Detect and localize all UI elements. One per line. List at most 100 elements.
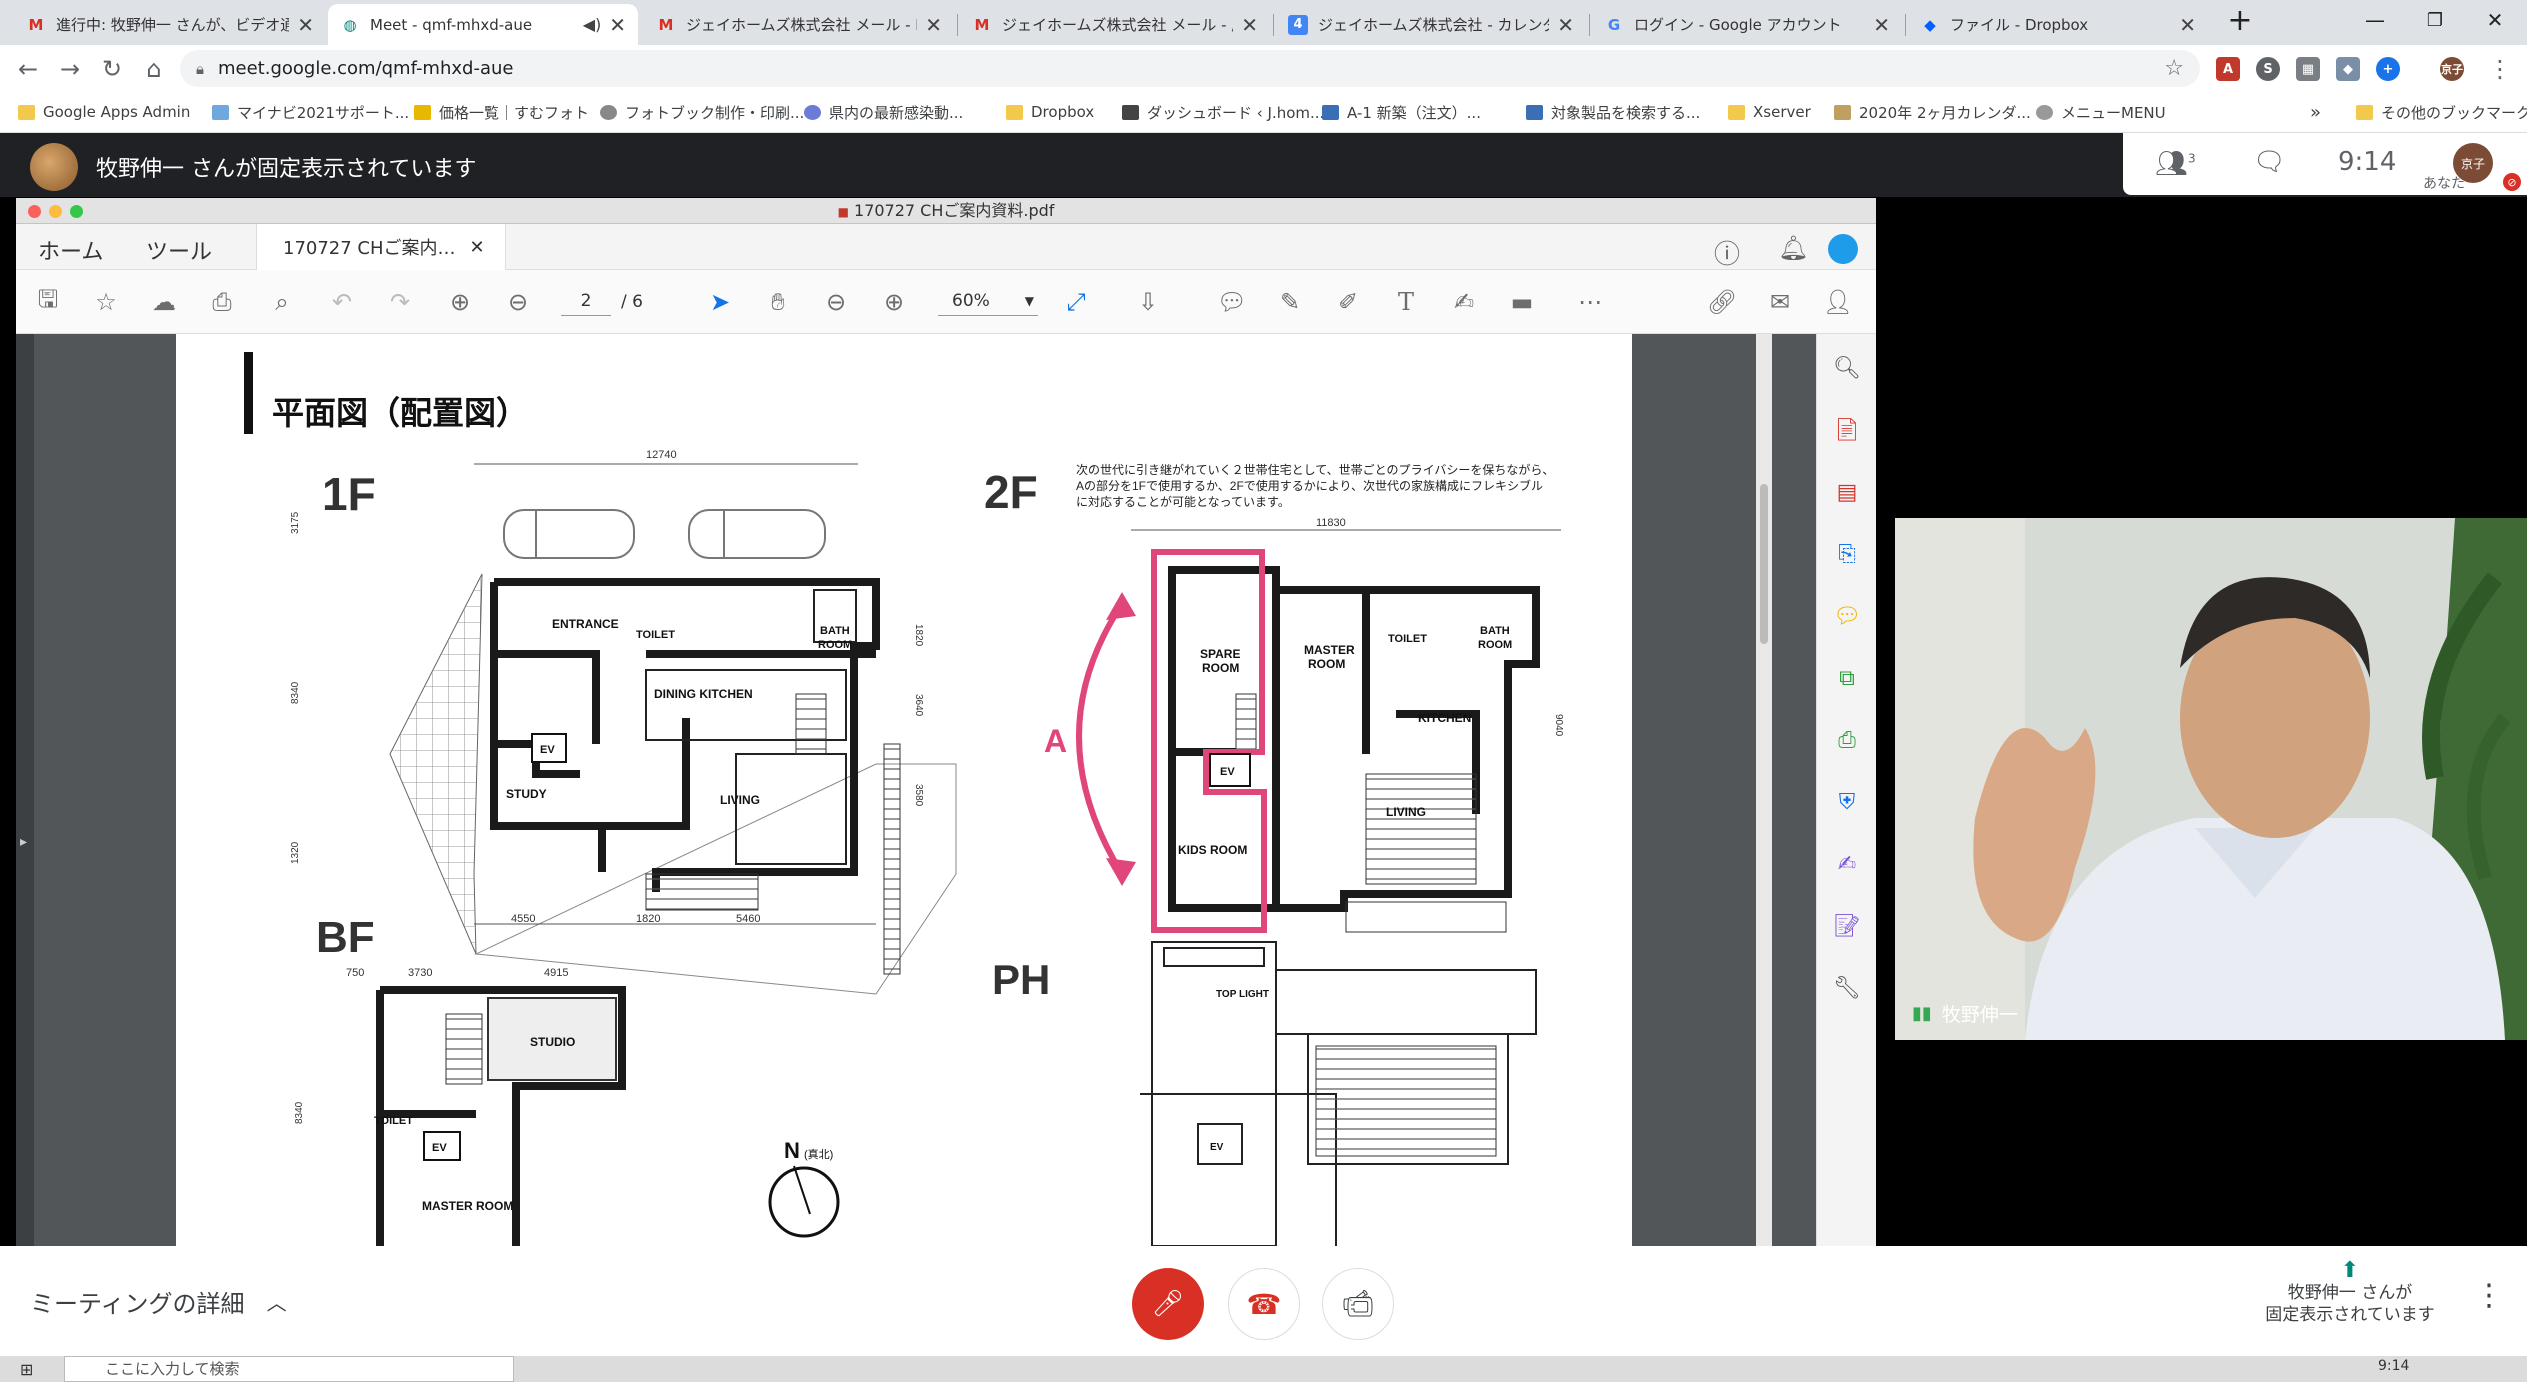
taskbar-search-box[interactable]: ここに入力して検索 xyxy=(64,1356,514,1382)
microphone-off-button[interactable]: 🎤︎ xyxy=(1132,1268,1204,1340)
zoom-search-icon[interactable]: 🔍︎ xyxy=(1831,352,1863,384)
bookmark-item[interactable]: Dropbox xyxy=(1006,100,1094,124)
mac-zoom-icon[interactable] xyxy=(70,205,83,218)
bookmark-item[interactable]: メニューMENU xyxy=(2036,100,2166,124)
new-tab-button[interactable]: + xyxy=(2210,0,2270,40)
mac-close-icon[interactable] xyxy=(28,205,41,218)
comment-icon[interactable]: 💬︎ xyxy=(1216,286,1248,318)
extension-puzzle-icon[interactable]: ▦ xyxy=(2296,57,2320,81)
account-icon[interactable] xyxy=(1828,234,1858,264)
previous-page-icon[interactable]: ⊕ xyxy=(444,286,476,318)
people-icon[interactable]: 👥︎3 xyxy=(2155,149,2196,179)
fit-page-icon[interactable]: ⤢ xyxy=(1060,286,1092,318)
windows-start-icon[interactable]: ⊞ xyxy=(20,1360,33,1379)
home-icon[interactable]: ⌂ xyxy=(136,51,172,87)
browser-tab-gmail-compress[interactable]: M ジェイホームズ株式会社 メール - 圧縮 ✕ xyxy=(960,4,1270,45)
bookmark-item[interactable]: 2020年 2ヶ月カレンダ... xyxy=(1834,100,2031,124)
scrollbar-thumb[interactable] xyxy=(1760,484,1768,644)
document-tab[interactable]: 170727 CHご案内… ✕ xyxy=(256,224,506,270)
highlight-pen-icon[interactable]: ✎ xyxy=(1274,286,1306,318)
upload-cloud-icon[interactable]: ☁︎ xyxy=(148,286,180,318)
close-tab-icon[interactable]: ✕ xyxy=(925,13,942,37)
find-icon[interactable]: ⌕ xyxy=(266,286,298,318)
comment-tool-icon[interactable]: 💬︎ xyxy=(1831,600,1863,632)
bookmark-star-icon[interactable]: ☆ xyxy=(2164,56,2184,81)
organize-pages-icon[interactable]: ▤ xyxy=(1831,476,1863,508)
protect-shield-icon[interactable]: ⛨ xyxy=(1831,786,1863,818)
bookmark-item[interactable]: マイナビ2021サポート... xyxy=(212,100,409,124)
page-scrollbar[interactable] xyxy=(1756,334,1772,1246)
close-tab-icon[interactable]: ✕ xyxy=(1557,13,1574,37)
save-icon[interactable]: 🖫︎ xyxy=(32,285,64,318)
close-document-icon[interactable]: ✕ xyxy=(470,237,485,258)
hand-tool-icon[interactable]: ✋︎ xyxy=(762,286,794,318)
next-page-icon[interactable]: ⊖ xyxy=(502,286,534,318)
share-user-icon[interactable]: 👤︎ xyxy=(1822,286,1854,318)
undo-icon[interactable]: ↶ xyxy=(326,286,358,318)
browser-tab-calendar[interactable]: 4 ジェイホームズ株式会社 - カレンダー - ✕ xyxy=(1276,4,1586,45)
restore-icon[interactable]: ❐ xyxy=(2405,0,2465,40)
close-tab-icon[interactable]: ✕ xyxy=(297,13,314,37)
chrome-menu-icon[interactable]: ⋮ xyxy=(2482,51,2518,87)
scan-icon[interactable]: ⎙ xyxy=(1831,724,1863,756)
dropbox-extension-icon[interactable]: ◆ xyxy=(2336,57,2360,81)
reload-icon[interactable]: ↻ xyxy=(94,51,130,87)
bookmarks-overflow-button[interactable]: » xyxy=(2310,100,2321,124)
close-tab-icon[interactable]: ✕ xyxy=(2179,13,2196,37)
combine-files-icon[interactable]: ⧉ xyxy=(1831,662,1863,694)
chat-icon[interactable]: 🗨︎ xyxy=(2253,147,2286,177)
redact-icon[interactable]: ▬ xyxy=(1506,286,1538,318)
edit-pdf-icon[interactable]: ✐ xyxy=(1332,286,1364,318)
create-pdf-icon[interactable]: 📄︎ xyxy=(1831,414,1863,446)
bookmark-item[interactable]: 価格一覧｜すむフォト xyxy=(414,100,589,124)
collapse-left-icon[interactable]: ▸ xyxy=(20,834,27,850)
browser-tab-meet[interactable]: ◍ Meet - qmf-mhxd-aue ◀) ✕ xyxy=(328,4,638,45)
participant-video-tile[interactable] xyxy=(1895,518,2527,1040)
scroll-mode-icon[interactable]: ⇩ xyxy=(1132,286,1164,318)
add-text-icon[interactable]: T xyxy=(1390,286,1422,318)
close-tab-icon[interactable]: ✕ xyxy=(609,13,626,37)
presenting-status[interactable]: ⬆︎ 牧野伸一 さんが 固定表示されています xyxy=(2240,1260,2460,1326)
browser-tab-dropbox[interactable]: ◆ ファイル - Dropbox ✕ xyxy=(1908,4,2208,45)
other-bookmarks-folder[interactable]: その他のブックマーク xyxy=(2356,100,2527,124)
address-bar[interactable]: 🔒︎ meet.google.com/qmf-mhxd-aue ☆ xyxy=(180,50,2200,87)
page-number-input[interactable]: 2 xyxy=(561,286,611,316)
link-icon[interactable]: 🔗︎ xyxy=(1706,286,1738,318)
email-icon[interactable]: ✉ xyxy=(1764,286,1796,318)
fill-sign-tool-icon[interactable]: ✍︎ xyxy=(1831,848,1863,880)
forward-icon[interactable]: → xyxy=(52,51,88,87)
document-area[interactable]: ▸ 平面図（配置図） 1F 12740 ENTRANCE TOILET BATH… xyxy=(16,334,1816,1246)
select-tool-icon[interactable]: ➤ xyxy=(704,286,736,318)
menu-tools[interactable]: ツール xyxy=(146,234,212,266)
bookmark-item[interactable]: Xserver xyxy=(1728,100,1811,124)
window-close-icon[interactable]: ✕ xyxy=(2465,0,2525,40)
profile-avatar[interactable]: 京子 xyxy=(2440,57,2464,81)
more-tools-wrench-icon[interactable]: 🔧︎ xyxy=(1831,972,1863,1004)
close-tab-icon[interactable]: ✕ xyxy=(1241,13,1258,37)
bookmark-item[interactable]: フォトブック制作・印刷... xyxy=(600,100,804,124)
menu-home[interactable]: ホーム xyxy=(38,234,103,266)
close-tab-icon[interactable]: ✕ xyxy=(1873,13,1890,37)
meeting-details-button[interactable]: ミーティングの詳細 ︿ xyxy=(30,1284,287,1319)
browser-tab-gmail-re[interactable]: M ジェイホームズ株式会社 メール - Re: [ ✕ xyxy=(644,4,954,45)
more-tools-icon[interactable]: ⋯ xyxy=(1574,286,1606,318)
bookmark-star-icon[interactable]: ☆ xyxy=(90,286,122,318)
mac-minimize-icon[interactable] xyxy=(49,205,62,218)
print-icon[interactable]: ⎙ xyxy=(206,286,238,318)
fill-sign-icon[interactable]: ✍︎ xyxy=(1448,286,1480,318)
zoom-level-select[interactable]: 60% ▼ xyxy=(938,286,1038,316)
more-options-icon[interactable]: ⋮ xyxy=(2474,1278,2504,1313)
redo-icon[interactable]: ↷ xyxy=(384,286,416,318)
browser-tab-gmail-call[interactable]: M 進行中: 牧野伸一 さんが、ビデオ通話 ✕ xyxy=(14,4,326,45)
leave-call-button[interactable]: ☎︎ xyxy=(1228,1268,1300,1340)
speaker-icon[interactable]: ◀) xyxy=(583,15,602,34)
collapse-right-icon[interactable]: ◂ xyxy=(1798,834,1805,850)
send-for-signature-icon[interactable]: 📝︎ xyxy=(1831,910,1863,942)
extension-plus-icon[interactable]: + xyxy=(2376,57,2400,81)
extension-s-icon[interactable]: S xyxy=(2256,57,2280,81)
acrobat-extension-icon[interactable]: A xyxy=(2216,57,2240,81)
bookmark-item[interactable]: ダッシュボード ‹ J.hom... xyxy=(1122,100,1324,124)
help-icon[interactable]: ⓘ xyxy=(1714,234,1740,271)
camera-button[interactable]: 📹︎ xyxy=(1322,1268,1394,1340)
back-icon[interactable]: ← xyxy=(10,51,46,87)
